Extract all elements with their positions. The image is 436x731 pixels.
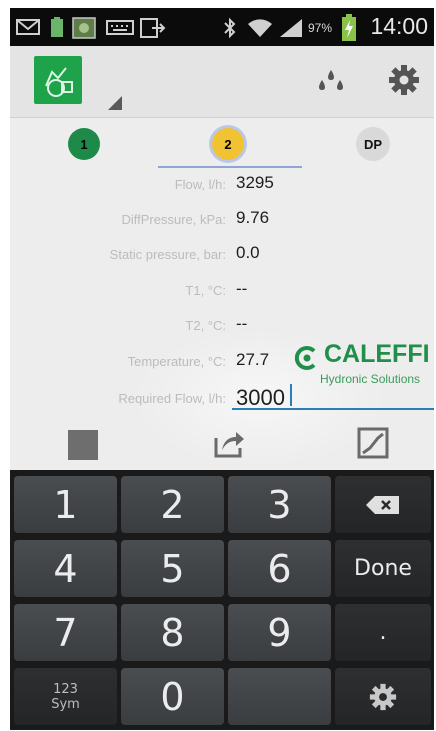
numeric-keyboard: 1 2 3 4 5 6 Done 7 8 9 . 123 Sym 0 bbox=[10, 470, 434, 730]
stop-icon[interactable] bbox=[68, 430, 98, 460]
field-t2: T2, °C: -- bbox=[10, 313, 434, 341]
tab-2[interactable]: 2 bbox=[212, 128, 244, 160]
tab-dp[interactable]: DP bbox=[356, 127, 390, 161]
dot-key[interactable]: . bbox=[335, 604, 431, 661]
graph-icon[interactable] bbox=[356, 426, 390, 460]
clock: 14:00 bbox=[370, 13, 428, 39]
sym-key-line-2: Sym bbox=[51, 696, 80, 712]
bluetooth-icon bbox=[224, 17, 236, 39]
field-value: 0.0 bbox=[236, 243, 260, 262]
input-underline bbox=[232, 408, 434, 410]
backspace-icon bbox=[366, 495, 399, 514]
battery-app-icon bbox=[51, 17, 63, 37]
sym-key-line-1: 123 bbox=[53, 681, 78, 697]
key-space[interactable] bbox=[228, 668, 331, 725]
field-label: T2, °C: bbox=[185, 318, 226, 333]
field-label: Temperature, °C: bbox=[127, 354, 226, 369]
field-value: 9.76 bbox=[236, 208, 270, 227]
action-bar bbox=[10, 46, 434, 118]
backspace-key[interactable] bbox=[335, 476, 431, 533]
key-6[interactable]: 6 bbox=[228, 540, 331, 597]
field-label: Static pressure, bar: bbox=[109, 247, 226, 262]
field-value: 27.7 bbox=[236, 350, 270, 369]
key-8[interactable]: 8 bbox=[121, 604, 224, 661]
done-key-label: Done bbox=[354, 556, 412, 581]
key-1[interactable]: 1 bbox=[14, 476, 117, 533]
bottom-toolbar bbox=[10, 420, 434, 470]
keyboard-settings-icon bbox=[369, 683, 397, 710]
signal-icon bbox=[280, 19, 302, 37]
key-9[interactable]: 9 bbox=[228, 604, 331, 661]
wifi-icon bbox=[248, 19, 272, 37]
phone-screen: 97% 14:00 1 2 DP Flow, l/h: 3295 DiffPre… bbox=[10, 8, 434, 730]
drops-icon[interactable] bbox=[314, 66, 348, 96]
dot-key-label: . bbox=[379, 620, 387, 645]
brand-name: CALEFFI bbox=[324, 340, 430, 368]
field-value: -- bbox=[236, 314, 248, 333]
caleffi-mark-icon bbox=[294, 346, 316, 370]
key-4[interactable]: 4 bbox=[14, 540, 117, 597]
battery-percent: 97% bbox=[308, 21, 333, 35]
field-flow: Flow, l/h: 3295 bbox=[10, 172, 434, 200]
brand-tagline: Hydronic Solutions bbox=[320, 372, 421, 386]
key-5[interactable]: 5 bbox=[121, 540, 224, 597]
field-static-pressure: Static pressure, bar: 0.0 bbox=[10, 242, 434, 270]
done-key[interactable]: Done bbox=[335, 540, 431, 597]
key-7[interactable]: 7 bbox=[14, 604, 117, 661]
photo-icon bbox=[72, 17, 96, 39]
app-logo-icon[interactable] bbox=[34, 56, 82, 104]
caleffi-logo: CALEFFI Hydronic Solutions bbox=[290, 340, 434, 390]
field-diff-pressure: DiffPressure, kPa: 9.76 bbox=[10, 207, 434, 235]
mail-icon bbox=[16, 19, 40, 35]
key-2[interactable]: 2 bbox=[121, 476, 224, 533]
field-value: 3295 bbox=[236, 173, 274, 192]
active-tab-indicator bbox=[158, 166, 302, 168]
charging-icon bbox=[342, 14, 356, 41]
field-label: T1, °C: bbox=[185, 283, 226, 298]
field-label: Flow, l/h: bbox=[174, 177, 226, 192]
field-value: -- bbox=[236, 279, 248, 298]
key-0[interactable]: 0 bbox=[121, 668, 224, 725]
status-bar: 97% 14:00 bbox=[10, 8, 434, 46]
keyboard-settings-key[interactable] bbox=[335, 668, 431, 725]
screen-cast-icon bbox=[140, 18, 166, 38]
sym-key[interactable]: 123 Sym bbox=[14, 668, 117, 725]
keyboard-icon bbox=[106, 20, 134, 35]
dropdown-triangle-icon[interactable] bbox=[108, 96, 122, 110]
field-t1: T1, °C: -- bbox=[10, 278, 434, 306]
share-icon[interactable] bbox=[212, 426, 246, 460]
tab-1[interactable]: 1 bbox=[68, 128, 100, 160]
gear-icon[interactable] bbox=[388, 64, 420, 96]
field-label: Required Flow, l/h: bbox=[118, 391, 226, 406]
field-label: DiffPressure, kPa: bbox=[121, 212, 226, 227]
valve-tabs: 1 2 DP bbox=[10, 118, 434, 170]
sym-key-label: 123 Sym bbox=[51, 682, 80, 712]
key-3[interactable]: 3 bbox=[228, 476, 331, 533]
